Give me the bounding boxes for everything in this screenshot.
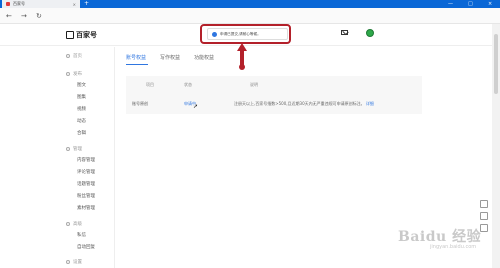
logo-text: 百家号 [76,31,97,39]
sidebar-item-topics[interactable]: 话题管理 [77,181,95,187]
sidebar-item-article[interactable]: 图文 [77,82,86,88]
scrollbar-thumb[interactable] [494,34,498,94]
logo[interactable]: 百家号 [66,30,97,40]
rights-tabs: 账号权益 写作权益 功能权益 [126,54,276,64]
home-icon [66,54,70,58]
sidebar-item-fans[interactable]: 粉丝管理 [77,193,95,199]
help-icon[interactable] [480,212,488,220]
sidebar-item-video[interactable]: 视频 [77,106,86,112]
advanced-icon [66,222,70,226]
mail-icon[interactable] [341,30,348,35]
logo-icon [66,31,74,39]
sidebar-group-home[interactable]: 首页 [66,53,82,59]
annotation-highlight-box [200,24,291,44]
close-tab-icon[interactable]: × [73,2,76,7]
browser-tabstrip: 百家号 × + — □ × [0,0,500,8]
tab-writing-rights[interactable]: 写作权益 [160,54,180,61]
sidebar-group-label: 首页 [73,54,82,59]
watermark-url: jingyan.baidu.com [430,244,477,250]
table-header-status: 状态 [184,82,192,87]
description-text: 注册天以上,百家号指数>500,且近期30天内无严重违规可申请原创标注。 [234,101,365,106]
reload-button[interactable]: ↻ [36,11,42,21]
browser-navbar: ← → ↻ [0,8,500,24]
settings-icon [66,260,70,264]
sidebar-group-label: 发布 [73,72,82,77]
sidebar-group-manage[interactable]: 管理 [66,146,82,152]
sidebar-item-collection[interactable]: 合辑 [77,130,86,136]
mouse-cursor-icon: ➚ [193,103,199,110]
sidebar-group-publish[interactable]: 发布 [66,71,82,77]
browser-tab-title: 百家号 [13,1,25,6]
new-tab-button[interactable]: + [84,0,89,8]
sidebar-item-dynamic[interactable]: 动态 [77,118,86,124]
browser-tab[interactable]: 百家号 × [2,0,80,8]
publish-icon [66,72,70,76]
sidebar: 首页 发布 图文 图集 视频 动态 合辑 管理 内容管理 评论管理 话题管理 粉… [60,47,115,268]
table-header-description: 说明 [250,82,258,87]
sidebar-item-materials[interactable]: 素材管理 [77,205,95,211]
tab-account-rights[interactable]: 账号权益 [126,54,146,61]
favicon-icon [6,2,10,6]
sidebar-item-gallery[interactable]: 图集 [77,94,86,100]
sidebar-item-auto-reply[interactable]: 自动回复 [77,244,95,250]
rights-table: 项目 状态 说明 账号原创 申请中 注册天以上,百家号指数>500,且近期30天… [126,76,422,114]
forward-button[interactable]: → [21,11,27,21]
watermark: Baidu 经验 [398,229,482,245]
active-tab-indicator [126,64,148,65]
maximize-button[interactable]: □ [468,0,473,8]
page-scrollbar[interactable] [492,24,500,268]
arrow-dot [239,64,245,70]
sidebar-item-content[interactable]: 内容管理 [77,157,95,163]
detail-link[interactable]: 详细 [366,101,374,106]
sidebar-group-label: 设置 [73,260,82,265]
back-to-top-icon[interactable] [480,224,488,232]
tab-feature-rights[interactable]: 功能权益 [194,54,214,61]
sidebar-group-advanced[interactable]: 高级 [66,221,82,227]
avatar[interactable] [366,29,374,37]
minimize-button[interactable]: — [448,0,453,8]
sidebar-group-label: 管理 [73,147,82,152]
table-cell-item: 账号原创 [132,101,148,106]
table-cell-description: 注册天以上,百家号指数>500,且近期30天内无严重违规可申请原创标注。 详细 [234,101,374,107]
back-button[interactable]: ← [6,11,12,21]
sidebar-item-messages[interactable]: 私信 [77,232,86,238]
sidebar-group-label: 高级 [73,222,82,227]
sidebar-group-settings[interactable]: 设置 [66,259,82,265]
feedback-icon[interactable] [480,200,488,208]
manage-icon [66,147,70,151]
table-header-item: 项目 [146,82,154,87]
sidebar-item-comments[interactable]: 评论管理 [77,169,95,175]
close-window-button[interactable]: × [488,0,492,8]
